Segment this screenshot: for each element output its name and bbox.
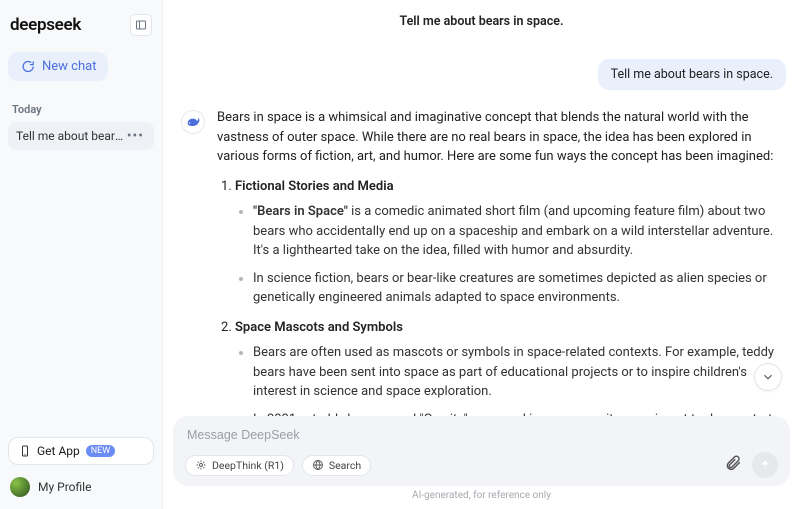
collapse-icon xyxy=(135,19,147,31)
search-label: Search xyxy=(329,459,361,472)
list-item: Fictional Stories and Media "Bears in Sp… xyxy=(235,177,784,308)
arrow-up-icon xyxy=(758,458,772,472)
collapse-sidebar-button[interactable] xyxy=(130,14,152,36)
search-toggle[interactable]: Search xyxy=(302,455,371,476)
section-heading: Space Mascots and Symbols xyxy=(235,320,403,335)
chat-scroll[interactable]: Tell me about bears in space. Bears in s… xyxy=(163,39,800,416)
list-item: "Bears in Space" is a comedic animated s… xyxy=(253,202,784,261)
conversation-more-button[interactable]: ••• xyxy=(125,128,146,144)
main-area: Tell me about bears in space. Tell me ab… xyxy=(163,0,800,509)
attach-button[interactable] xyxy=(724,454,742,476)
assistant-avatar xyxy=(181,110,205,134)
sidebar-footer: Get App NEW My Profile xyxy=(8,437,154,501)
message-input[interactable] xyxy=(185,426,778,452)
footer-note: AI-generated, for reference only xyxy=(173,486,790,503)
conversation-item[interactable]: Tell me about bears in space ••• xyxy=(8,122,154,150)
section-heading: Fictional Stories and Media xyxy=(235,179,394,194)
phone-icon xyxy=(19,444,31,458)
new-chat-icon xyxy=(20,59,35,74)
new-chat-label: New chat xyxy=(42,59,96,74)
user-message-row: Tell me about bears in space. xyxy=(181,43,790,108)
scroll-to-bottom-button[interactable] xyxy=(754,363,782,391)
sparkle-icon xyxy=(195,459,207,471)
assistant-message-content: Bears in space is a whimsical and imagin… xyxy=(217,108,790,416)
page-title: Tell me about bears in space. xyxy=(163,0,800,39)
profile-button[interactable]: My Profile xyxy=(8,473,154,501)
assistant-message-row: Bears in space is a whimsical and imagin… xyxy=(181,108,790,416)
list-item: Bears are often used as mascots or symbo… xyxy=(253,343,784,402)
conversation-title: Tell me about bears in space xyxy=(16,129,125,143)
deepthink-label: DeepThink (R1) xyxy=(212,459,284,472)
send-button[interactable] xyxy=(752,452,778,478)
user-message-bubble: Tell me about bears in space. xyxy=(598,59,786,90)
sidebar-header: deepseek xyxy=(8,10,154,46)
whale-icon xyxy=(185,114,201,130)
chevron-down-icon xyxy=(761,370,775,384)
sidebar-section-label: Today xyxy=(12,103,150,116)
bold-text: "Bears in Space" xyxy=(253,204,348,219)
new-chat-button[interactable]: New chat xyxy=(8,52,108,81)
profile-label: My Profile xyxy=(38,480,91,494)
composer-area: DeepThink (R1) Search AI-gene xyxy=(163,416,800,509)
deepthink-toggle[interactable]: DeepThink (R1) xyxy=(185,455,294,476)
list-item: In science fiction, bears or bear-like c… xyxy=(253,269,784,308)
assistant-intro: Bears in space is a whimsical and imagin… xyxy=(217,108,784,167)
composer-toolbar: DeepThink (R1) Search xyxy=(185,452,778,478)
sidebar: deepseek New chat Today Tell me about be… xyxy=(0,0,163,509)
globe-icon xyxy=(312,459,324,471)
new-badge: NEW xyxy=(86,445,116,457)
get-app-label: Get App xyxy=(37,444,80,458)
paperclip-icon xyxy=(724,454,742,472)
avatar xyxy=(10,477,30,497)
get-app-button[interactable]: Get App NEW xyxy=(8,437,154,465)
list-item: Space Mascots and Symbols Bears are ofte… xyxy=(235,318,784,417)
composer: DeepThink (R1) Search xyxy=(173,416,790,486)
brand-logo: deepseek xyxy=(10,15,81,35)
